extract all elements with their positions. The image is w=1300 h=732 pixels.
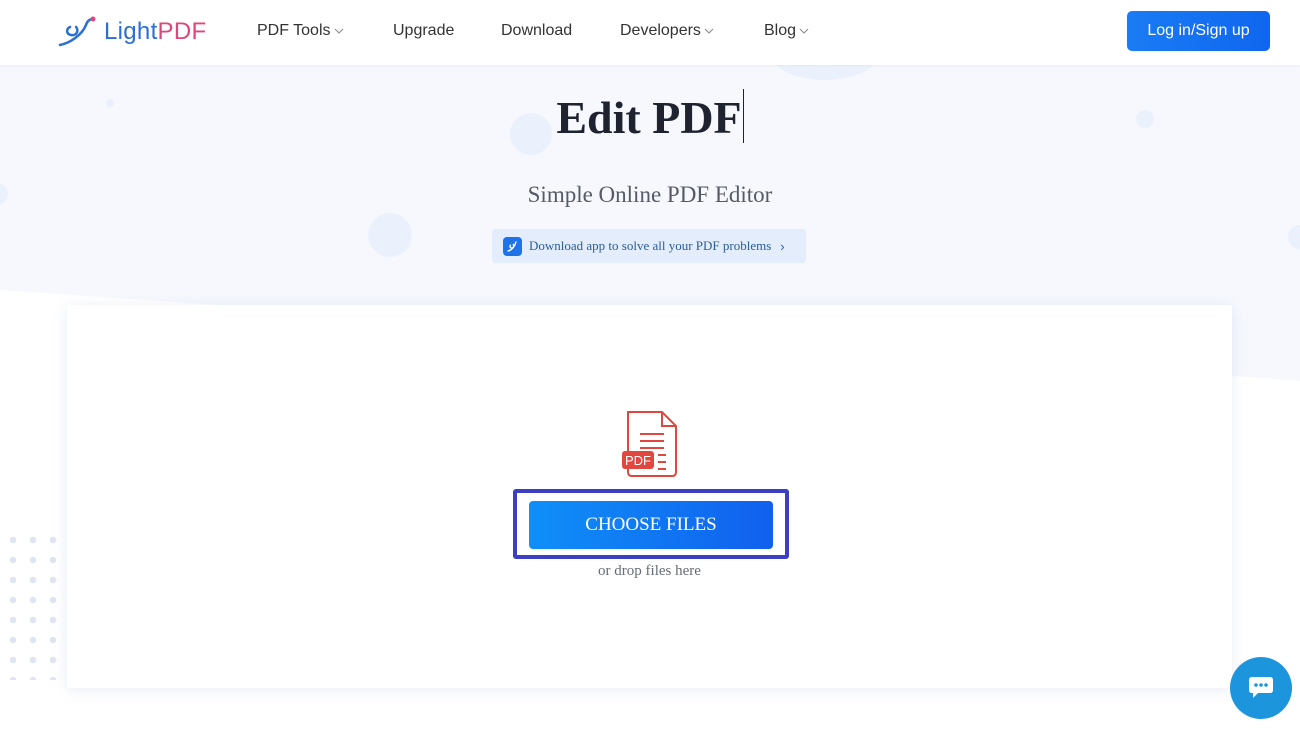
nav-pdf-tools-label: PDF Tools: [257, 22, 331, 39]
nav-download[interactable]: Download: [501, 22, 572, 40]
logo-text-pdf: PDF: [157, 18, 207, 45]
hero-section: Edit PDF Simple Online PDF Editor Downlo…: [0, 65, 1300, 732]
chat-bubble-icon: [1249, 677, 1273, 698]
decorative-dot-grid: [3, 530, 67, 680]
decorative-bubble: [368, 213, 412, 257]
chevron-down-icon: [799, 28, 809, 34]
pdf-icon-label: PDF: [625, 453, 651, 468]
nav-developers[interactable]: Developers: [620, 22, 714, 40]
page-title: Edit PDF: [0, 89, 1300, 144]
logo-bird-icon: [58, 16, 96, 47]
login-signup-button[interactable]: Log in/Sign up: [1127, 11, 1270, 51]
top-header: LightPDF PDF Tools Upgrade Download Deve…: [0, 0, 1300, 65]
page-title-text: Edit PDF: [556, 92, 742, 143]
chevron-down-icon: [334, 28, 343, 34]
chat-support-button[interactable]: [1230, 657, 1292, 719]
pdf-file-icon: PDF: [622, 411, 677, 477]
page-subtitle: Simple Online PDF Editor: [527, 182, 773, 207]
download-app-banner[interactable]: Download app to solve all your PDF probl…: [492, 229, 806, 263]
text-cursor: [742, 89, 744, 143]
chevron-down-icon: [704, 28, 714, 34]
nav-blog[interactable]: Blog: [764, 22, 809, 40]
lightpdf-logo[interactable]: LightPDF: [56, 14, 206, 50]
upload-dropzone[interactable]: PDF CHOOSE FILES or drop files here: [67, 305, 1232, 688]
choose-files-highlight: CHOOSE FILES: [513, 489, 789, 559]
download-app-text: Download app to solve all your PDF probl…: [529, 238, 772, 253]
nav-download-label: Download: [501, 22, 573, 39]
nav-upgrade-label: Upgrade: [393, 22, 455, 39]
nav-developers-label: Developers: [620, 22, 701, 39]
drop-files-hint: or drop files here: [598, 563, 701, 579]
nav-blog-label: Blog: [764, 22, 797, 39]
choose-files-button[interactable]: CHOOSE FILES: [529, 501, 773, 549]
nav-pdf-tools[interactable]: PDF Tools: [257, 22, 344, 40]
chevron-right-icon: ›: [780, 238, 785, 254]
lightpdf-app-icon: [503, 236, 522, 256]
logo-text-light: Light: [104, 18, 158, 45]
nav-upgrade[interactable]: Upgrade: [393, 22, 454, 40]
